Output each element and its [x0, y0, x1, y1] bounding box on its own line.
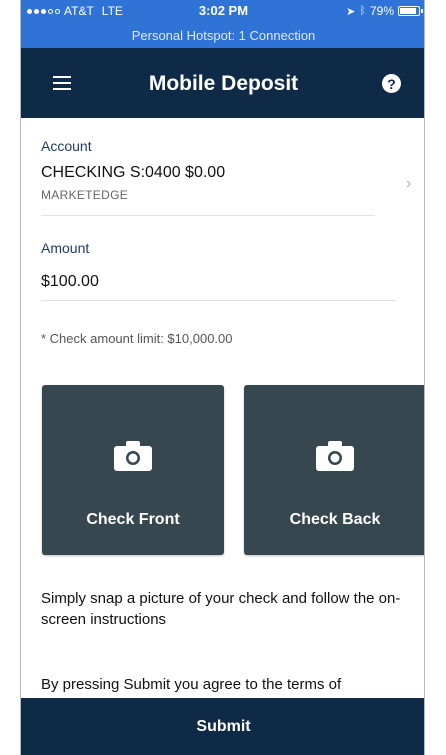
amount-input[interactable]: $100.00 [41, 273, 397, 301]
bluetooth-icon: ᛒ [359, 5, 366, 17]
terms-text: By pressing Submit you agree to the term… [41, 676, 342, 693]
check-back-button[interactable]: Check Back [244, 385, 424, 555]
battery-icon [398, 6, 423, 16]
location-arrow-icon: ➤ [346, 5, 356, 18]
account-label: Account [41, 138, 92, 154]
nav-bar: Mobile Deposit ? [21, 48, 424, 118]
status-bar: AT&T LTE 3:02 PM ➤ ᛒ 79% Personal Hotspo… [21, 0, 424, 48]
camera-icon [114, 441, 152, 471]
chevron-right-icon[interactable]: › [406, 175, 411, 193]
amount-label: Amount [41, 240, 90, 256]
check-back-label: Check Back [289, 511, 381, 528]
limit-note: * Check amount limit: $10,000.00 [41, 331, 233, 346]
hotspot-banner[interactable]: Personal Hotspot: 1 Connection [21, 28, 424, 43]
deposit-form: Account CHECKING S:0400 $0.00 MARKETEDGE… [21, 118, 424, 698]
account-selector[interactable]: CHECKING S:0400 $0.00 MARKETEDGE [41, 164, 375, 216]
account-value: CHECKING S:0400 $0.00 [41, 164, 226, 181]
check-front-button[interactable]: Check Front [42, 385, 224, 555]
check-front-label: Check Front [86, 511, 180, 528]
status-right: ➤ ᛒ 79% [346, 4, 423, 18]
account-sub: MARKETEDGE [41, 188, 129, 202]
help-icon[interactable]: ? [382, 74, 401, 93]
battery-percent: 79% [369, 4, 394, 18]
camera-icon [316, 441, 354, 471]
instructions-text: Simply snap a picture of your check and … [41, 590, 401, 628]
phone-screen: AT&T LTE 3:02 PM ➤ ᛒ 79% Personal Hotspo… [20, 0, 425, 755]
submit-button[interactable]: Submit [21, 698, 424, 755]
page-title: Mobile Deposit [148, 72, 299, 95]
